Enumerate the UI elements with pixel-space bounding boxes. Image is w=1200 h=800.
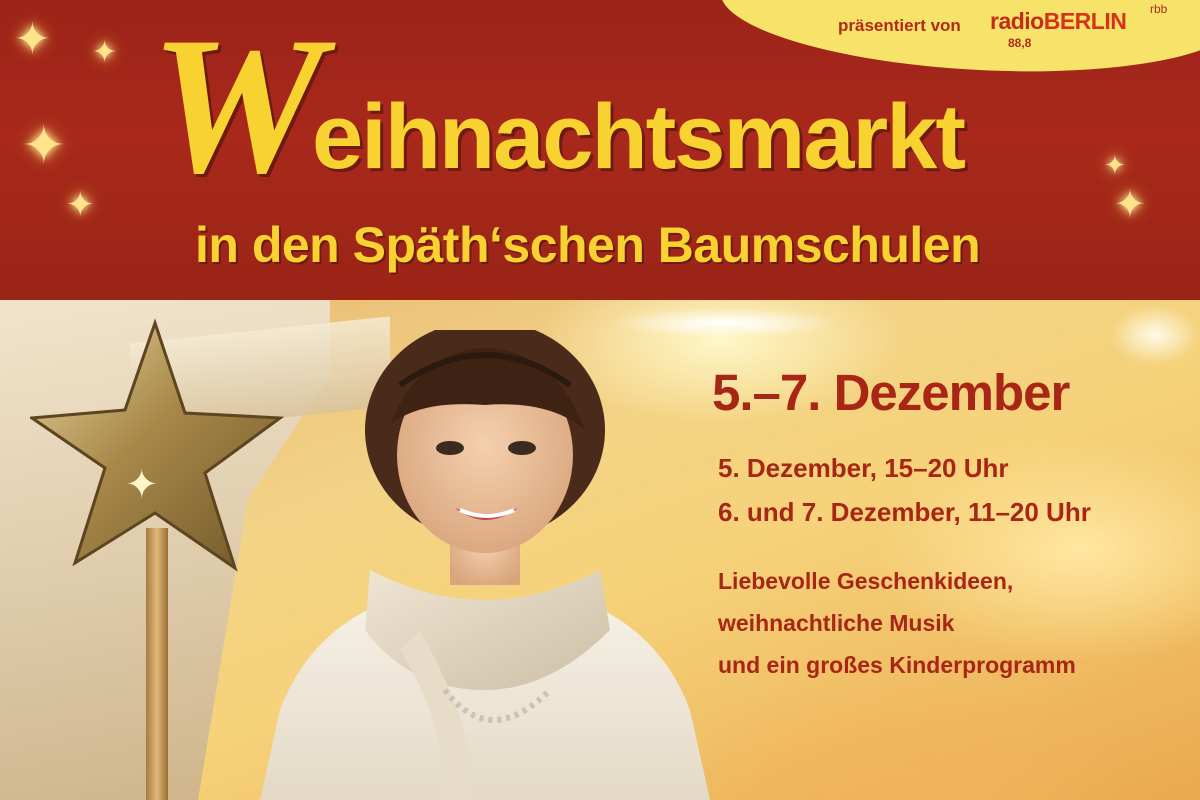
page-title: eihnachtsmarkt <box>312 86 966 188</box>
sparkle-icon: ✦ <box>14 15 51 64</box>
schedule-line: 5. Dezember, 15–20 Uhr <box>718 453 1009 483</box>
page-subtitle: in den Späth‘schen Baumschulen <box>195 217 981 273</box>
sparkle-icon: ✦ <box>1114 184 1146 226</box>
star-wand-icon: ✦ <box>30 318 285 572</box>
sparkle-icon: ✦ <box>66 186 95 224</box>
radio-frequency: 88,8 <box>1008 36 1032 50</box>
date-range: 5.–7. Dezember <box>712 364 1070 421</box>
svg-text:✦: ✦ <box>125 462 159 508</box>
schedule-line: 6. und 7. Dezember, 11–20 Uhr <box>718 497 1091 527</box>
header-banner: präsentiert von radioBERLIN 88,8 rbb ✦ ✦… <box>0 0 1200 300</box>
title-initial: W <box>150 0 325 214</box>
sponsor-band <box>716 0 1200 84</box>
description-line: Liebevolle Geschenkideen, <box>718 568 1014 594</box>
description-line: weihnachtliche Musik <box>718 610 955 636</box>
woman-figure <box>260 330 710 800</box>
sparkle-icon: ✦ <box>92 36 118 69</box>
sparkle-icon: ✦ <box>22 117 66 175</box>
radio-logo-prefix: radio <box>990 8 1044 34</box>
event-poster: präsentiert von radioBERLIN 88,8 rbb ✦ ✦… <box>0 0 1200 800</box>
radio-logo-name: BERLIN <box>1043 8 1127 34</box>
light-glow <box>1110 305 1200 365</box>
network-logo: rbb <box>1150 2 1168 16</box>
radio-logo: radioBERLIN <box>990 8 1127 35</box>
sponsor-label: präsentiert von <box>838 16 961 35</box>
sparkle-icon: ✦ <box>1104 150 1126 180</box>
description-line: und ein großes Kinderprogramm <box>718 652 1076 678</box>
